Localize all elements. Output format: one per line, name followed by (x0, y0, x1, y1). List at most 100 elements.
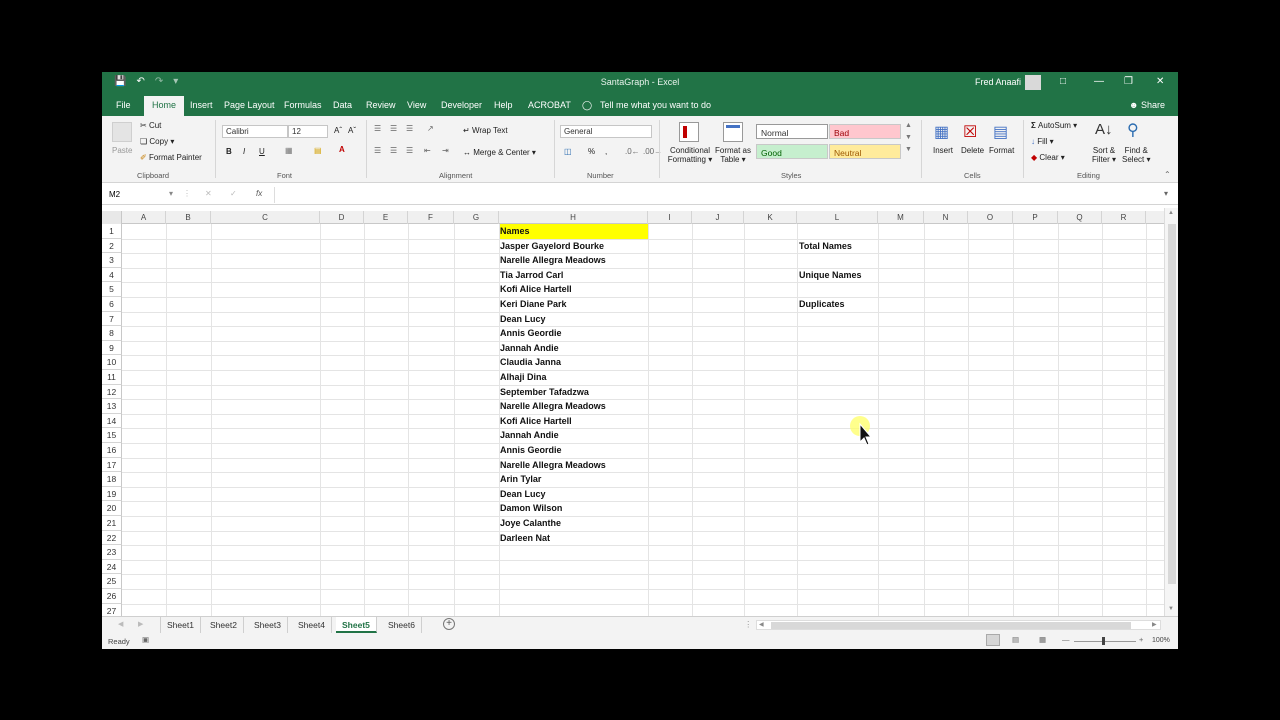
row-header-12[interactable]: 12 (102, 384, 122, 400)
row-header-22[interactable]: 22 (102, 530, 122, 546)
tab-data[interactable]: Data (333, 100, 352, 110)
total-names-label[interactable]: Total Names (799, 239, 852, 251)
share-button[interactable]: ☻ Share (1129, 100, 1165, 110)
orientation-icon[interactable]: ↗ (427, 124, 434, 133)
expand-formula-icon[interactable]: ▾ (1164, 189, 1168, 198)
column-header-a[interactable]: A (122, 211, 166, 224)
column-header-h[interactable]: H (499, 211, 648, 224)
name-cell[interactable]: Narelle Allegra Meadows (500, 399, 709, 414)
avatar[interactable] (1025, 75, 1041, 90)
percent-style-icon[interactable]: % (588, 147, 595, 156)
find-select-button[interactable]: Find & Select ▾ (1122, 146, 1150, 164)
zoom-out-icon[interactable]: — (1062, 635, 1070, 644)
row-header-20[interactable]: 20 (102, 501, 122, 516)
column-header-g[interactable]: G (454, 211, 499, 224)
column-header-f[interactable]: F (408, 211, 454, 224)
name-cell[interactable]: Jasper Gayelord Bourke (500, 239, 709, 254)
styles-more-icon[interactable]: ▼ (905, 146, 912, 153)
enter-icon[interactable]: ✓ (230, 189, 237, 198)
align-left-icon[interactable]: ☰ (374, 146, 381, 155)
sheet-tab-sheet6[interactable]: Sheet6 (382, 617, 422, 633)
fill-color-icon[interactable]: ▤ (314, 146, 322, 155)
row-header-16[interactable]: 16 (102, 443, 122, 458)
row-header-9[interactable]: 9 (102, 340, 122, 356)
name-cell[interactable]: Jannah Andie (500, 428, 709, 443)
increase-decimal-icon[interactable]: .0← (625, 147, 640, 156)
decrease-indent-icon[interactable]: ⇤ (424, 146, 431, 155)
paste-button[interactable]: Paste (112, 146, 132, 155)
style-normal[interactable]: Normal (756, 124, 828, 139)
autosum-button[interactable]: Σ AutoSum ▾ (1031, 121, 1077, 130)
format-as-table-button[interactable]: Format as Table ▾ (713, 146, 753, 164)
macro-record-icon[interactable]: ▣ (142, 635, 149, 644)
row-header-26[interactable]: 26 (102, 589, 122, 604)
tab-insert[interactable]: Insert (190, 100, 213, 110)
horizontal-scrollbar[interactable]: ◀ ▶ (756, 620, 1161, 630)
row-header-24[interactable]: 24 (102, 559, 122, 575)
cut-button[interactable]: ✂ Cut (140, 121, 161, 130)
format-painter-button[interactable]: ✐ Format Painter (140, 153, 202, 162)
italic-button[interactable]: I (243, 147, 245, 156)
collapse-ribbon-icon[interactable]: ⌃ (1164, 170, 1171, 179)
column-header-c[interactable]: C (211, 211, 320, 224)
cancel-icon[interactable]: ✕ (205, 189, 212, 198)
user-name[interactable]: Fred Anaafi (975, 77, 1021, 87)
scroll-down-icon[interactable]: ▼ (1168, 606, 1174, 612)
maximize-icon[interactable]: ❐ (1124, 76, 1133, 87)
page-layout-view-icon[interactable]: ▤ (1012, 635, 1019, 644)
next-sheet-icon[interactable]: ▶ (138, 620, 143, 628)
sheet-tab-sheet5[interactable]: Sheet5 (336, 617, 377, 633)
sheet-tab-sheet4[interactable]: Sheet4 (292, 617, 332, 633)
accounting-format-icon[interactable]: ◫ (564, 147, 572, 156)
tab-home[interactable]: Home (144, 96, 185, 116)
select-all-corner[interactable] (102, 211, 122, 224)
align-bottom-icon[interactable]: ☰ (406, 124, 413, 133)
name-cell[interactable]: Claudia Janna (500, 355, 709, 370)
format-cells-icon[interactable]: ▤ (993, 122, 1008, 142)
bold-button[interactable]: B (226, 147, 232, 156)
column-header-b[interactable]: B (166, 211, 211, 224)
name-cell[interactable]: Dean Lucy (500, 312, 709, 327)
new-sheet-icon[interactable]: + (443, 618, 455, 630)
row-header-18[interactable]: 18 (102, 472, 122, 487)
horizontal-scroll-thumb[interactable] (771, 622, 1131, 629)
styles-scroll-up-icon[interactable]: ▲ (905, 122, 912, 129)
column-header-m[interactable]: M (878, 211, 924, 224)
font-size-select[interactable]: 12 (288, 125, 328, 138)
column-header-i[interactable]: I (648, 211, 692, 224)
clear-button[interactable]: ◆ Clear ▾ (1031, 153, 1065, 162)
copy-button[interactable]: ❏ Copy ▾ (140, 137, 174, 146)
name-cell[interactable]: Darleen Nat (500, 531, 709, 546)
row-header-14[interactable]: 14 (102, 413, 122, 429)
name-cell[interactable]: Damon Wilson (500, 501, 709, 516)
tab-page-layout[interactable]: Page Layout (224, 100, 275, 110)
row-header-11[interactable]: 11 (102, 370, 122, 385)
unique-names-label[interactable]: Unique Names (799, 268, 862, 280)
tab-developer[interactable]: Developer (441, 100, 482, 110)
name-cell[interactable]: Dean Lucy (500, 487, 709, 502)
prev-sheet-icon[interactable]: ◀ (118, 620, 123, 628)
zoom-slider-thumb[interactable] (1102, 637, 1105, 645)
name-cell[interactable]: Narelle Allegra Meadows (500, 253, 709, 268)
scroll-up-icon[interactable]: ▲ (1168, 210, 1174, 216)
column-header-j[interactable]: J (692, 211, 744, 224)
name-cell[interactable]: Annis Geordie (500, 326, 709, 341)
row-header-4[interactable]: 4 (102, 267, 122, 283)
tab-acrobat[interactable]: ACROBAT (528, 100, 571, 110)
align-top-icon[interactable]: ☰ (374, 124, 381, 133)
font-family-select[interactable]: Calibri (222, 125, 288, 138)
borders-icon[interactable]: ▦ (285, 146, 293, 155)
insert-cells-button[interactable]: Insert (933, 146, 953, 155)
sort-filter-icon[interactable]: A↓ (1095, 121, 1113, 138)
tab-file[interactable]: File (116, 100, 131, 110)
column-header-q[interactable]: Q (1058, 211, 1102, 224)
tell-me-search[interactable]: Tell me what you want to do (600, 100, 711, 110)
name-cell[interactable]: September Tafadzwa (500, 385, 709, 400)
vertical-scroll-thumb[interactable] (1168, 224, 1176, 584)
row-header-5[interactable]: 5 (102, 282, 122, 297)
names-header-cell[interactable]: Names (500, 224, 648, 239)
conditional-formatting-button[interactable]: Conditional Formatting ▾ (665, 146, 715, 164)
row-header-23[interactable]: 23 (102, 545, 122, 560)
name-box[interactable]: M2 (108, 188, 176, 202)
format-as-table-icon[interactable] (723, 122, 743, 142)
